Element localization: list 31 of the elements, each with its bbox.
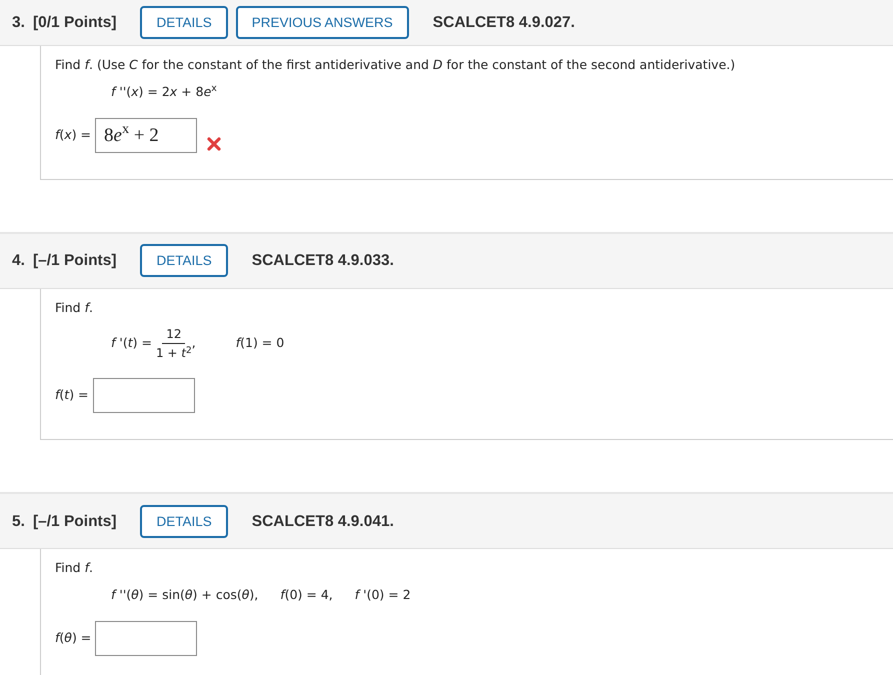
question-code: SCALCET8 4.9.027.	[432, 12, 575, 33]
question-code: SCALCET8 4.9.041.	[252, 512, 394, 532]
question-points: [0/1 Points]	[32, 12, 116, 33]
details-button[interactable]: PREVIOUS ANSWERS	[236, 6, 409, 40]
details-button[interactable]: DETAILS	[140, 6, 228, 40]
given-formula: f(0) = 4,	[280, 586, 333, 604]
question-prompt: Find f.	[55, 559, 94, 578]
given-formula: f '(0) = 2	[354, 586, 411, 604]
answer-field[interactable]: 8e$^{x}$ + 2	[95, 118, 198, 152]
given-formula: ,	[192, 334, 196, 352]
answer-field[interactable]	[95, 620, 198, 656]
answer-field[interactable]	[92, 378, 195, 414]
question-prompt: Find f.	[55, 298, 94, 316]
question-number: 3.	[12, 12, 25, 33]
given-formula: f(1) = 0	[236, 334, 284, 352]
fraction-numerator: 12	[162, 325, 186, 344]
answer-label: f(t) =	[55, 386, 89, 404]
answer-label: f(θ) =	[55, 628, 92, 647]
details-button[interactable]: DETAILS	[140, 504, 228, 538]
question-points: [–/1 Points]	[32, 512, 116, 532]
given-formula: f ''(x) = 2x + 8e$^{x}$	[111, 82, 217, 101]
fraction-denominator: 1 + t$^{2}$	[156, 344, 192, 362]
given-formula: f ''(θ) = sin(θ) + cos(θ),	[111, 586, 258, 604]
details-button[interactable]: DETAILS	[140, 244, 228, 278]
question-number: 5.	[12, 512, 25, 532]
answer-label: f(x) =	[55, 126, 92, 144]
question-number: 4.	[12, 250, 25, 271]
question-prompt: Find f. (Use C for the constant of the first antiderivative and D for the constant of the second antiderivative.)	[55, 56, 736, 74]
given-formula: f '(t) =	[111, 334, 152, 352]
question-points: [–/1 Points]	[32, 250, 116, 271]
question-code: SCALCET8 4.9.033.	[252, 250, 394, 271]
